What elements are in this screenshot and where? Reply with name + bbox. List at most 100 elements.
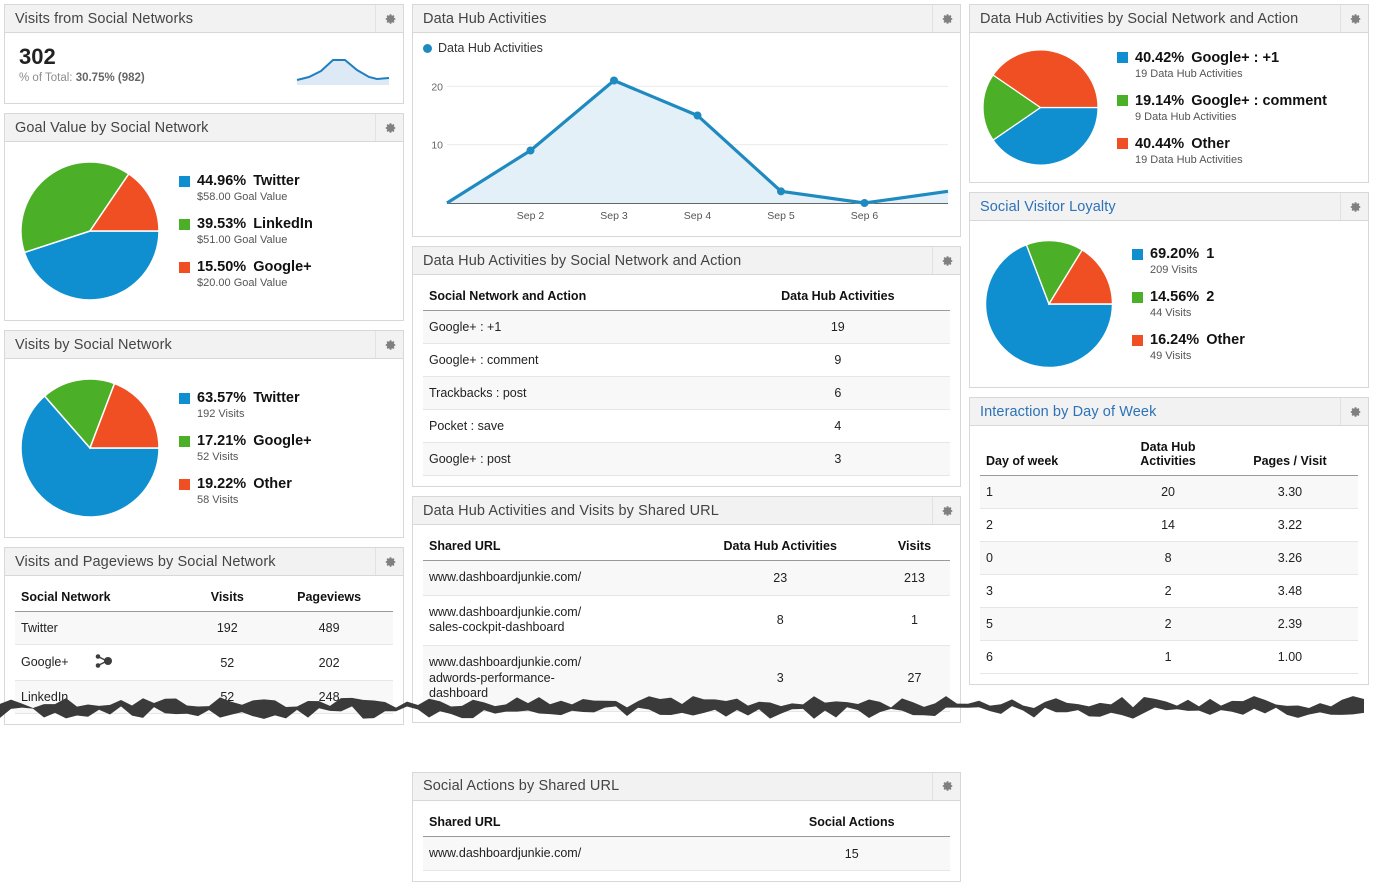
column-header-actions[interactable]: Social Actions bbox=[753, 808, 950, 837]
column-header-url[interactable]: Shared URL bbox=[423, 533, 682, 561]
legend-main: 69.20% 1 bbox=[1132, 246, 1358, 262]
table-cell-activities: 2 bbox=[1114, 607, 1222, 641]
interaction-day-body: 1 20 3.30 2 14 3.22 0 8 3.26 3 2 3.48 5 2 2.39 6 1 1.00 bbox=[980, 475, 1358, 674]
gear-icon[interactable] bbox=[375, 5, 403, 32]
panel-header: Visits by Social Network bbox=[5, 331, 403, 359]
column-header-network[interactable]: Social Network bbox=[15, 584, 190, 612]
legend-swatch-icon bbox=[179, 478, 190, 490]
table-cell-day: 2 bbox=[980, 508, 1115, 542]
panel-header: Social Actions by Shared URL bbox=[413, 772, 960, 801]
table-row[interactable]: Google+ : +1 19 bbox=[423, 310, 950, 344]
table-row[interactable]: 5 2 2.39 bbox=[980, 607, 1358, 641]
legend-item[interactable]: 40.42% Google+ : +1 19 Data Hub Activities bbox=[1117, 50, 1360, 80]
gear-icon[interactable] bbox=[375, 114, 403, 141]
table-cell-day: 1 bbox=[980, 475, 1115, 509]
table-cell-pages: 2.39 bbox=[1221, 607, 1358, 641]
column-header-activities[interactable]: Data Hub Activities bbox=[1114, 434, 1222, 476]
column-header-action[interactable]: Social Network and Action bbox=[423, 283, 726, 311]
table-cell-day: 0 bbox=[980, 541, 1115, 575]
table-row[interactable]: www.dashboardjunkie.com/15 bbox=[423, 836, 950, 872]
legend-item[interactable]: 16.24% Other 49 Visits bbox=[1132, 332, 1358, 362]
table-row[interactable]: 0 8 3.26 bbox=[980, 541, 1358, 575]
gear-icon[interactable] bbox=[932, 772, 960, 800]
gear-icon[interactable] bbox=[932, 497, 960, 524]
table-row[interactable]: Pocket : save 4 bbox=[423, 409, 950, 443]
table-row[interactable]: 3 2 3.48 bbox=[980, 574, 1358, 608]
legend-percent: 40.42% bbox=[1135, 49, 1185, 66]
panel-title: Social Actions by Shared URL bbox=[423, 778, 620, 795]
gear-icon[interactable] bbox=[375, 548, 403, 575]
panel-title[interactable]: Social Visitor Loyalty bbox=[970, 199, 1116, 215]
legend-label: Other bbox=[1191, 135, 1230, 152]
column-header-visits[interactable]: Visits bbox=[878, 533, 950, 561]
table-cell-visits: 52 bbox=[189, 644, 266, 681]
legend-swatch-icon bbox=[1117, 52, 1128, 63]
legend-subtext: $20.00 Goal Value bbox=[197, 277, 288, 289]
gear-icon[interactable] bbox=[1340, 193, 1368, 220]
legend-item[interactable]: 63.57% Twitter 192 Visits bbox=[179, 390, 393, 420]
table-row[interactable]: www.dashboardjunkie.com/23 213 bbox=[423, 560, 950, 596]
column-header-day[interactable]: Day of week bbox=[980, 434, 1115, 476]
legend-subtext: 58 Visits bbox=[197, 494, 239, 506]
legend-swatch-icon bbox=[1117, 138, 1128, 149]
table-row[interactable]: www.dashboardjunkie.com/ adwords-perform… bbox=[423, 645, 950, 712]
gear-icon[interactable] bbox=[932, 247, 960, 274]
gear-icon[interactable] bbox=[1340, 398, 1368, 425]
legend-main: 40.42% Google+ : +1 bbox=[1117, 50, 1360, 66]
gear-icon[interactable] bbox=[375, 331, 403, 358]
panel-title[interactable]: Interaction by Day of Week bbox=[970, 404, 1156, 420]
table-cell-network: LinkedIn bbox=[15, 680, 190, 714]
panel-header: Visits and Pageviews by Social Network bbox=[5, 548, 403, 576]
table-row[interactable]: Trackbacks : post 6 bbox=[423, 376, 950, 410]
table-row[interactable]: Google+ : post 3 bbox=[423, 442, 950, 476]
dha-visits-url-body: www.dashboardjunkie.com/23 213 www.dashboa… bbox=[423, 560, 950, 712]
legend-item[interactable]: 40.44% Other 19 Data Hub Activities bbox=[1117, 136, 1360, 166]
column-header-pages[interactable]: Pages / Visit bbox=[1221, 434, 1358, 476]
gear-icon[interactable] bbox=[1340, 5, 1368, 32]
legend-item[interactable]: 44.96% Twitter $58.00 Goal Value bbox=[179, 173, 393, 203]
legend-swatch-icon bbox=[1132, 248, 1143, 260]
panel-body: 63.57% Twitter 192 Visits 17.21% Google+ 52 V… bbox=[5, 359, 403, 537]
table-cell-visits: 52 bbox=[189, 680, 266, 714]
legend-item[interactable]: 17.21% Google+ 52 Visits bbox=[179, 433, 393, 463]
table-cell-action: Pocket : save bbox=[423, 409, 726, 443]
table-row[interactable]: 6 1 1.00 bbox=[980, 640, 1358, 674]
table-row[interactable]: 2 14 3.22 bbox=[980, 508, 1358, 542]
legend-main: 19.22% Other bbox=[179, 476, 393, 492]
legend-item[interactable]: 39.53% LinkedIn $51.00 Goal Value bbox=[179, 216, 393, 246]
table-row[interactable]: LinkedIn 52 248 bbox=[15, 680, 393, 714]
table-row[interactable]: Twitter 192 489 bbox=[15, 611, 393, 645]
legend-item[interactable]: 69.20% 1 209 Visits bbox=[1132, 246, 1358, 276]
column-header-pageviews[interactable]: Pageviews bbox=[265, 584, 393, 612]
svg-text:Sep 6: Sep 6 bbox=[851, 210, 879, 222]
gear-icon[interactable] bbox=[932, 5, 960, 32]
table-cell-visits: 27 bbox=[878, 645, 950, 712]
legend-label: Other bbox=[1206, 332, 1245, 348]
metric-row: 302 % of Total: 30.75% (982) bbox=[15, 41, 393, 93]
legend-percent: 63.57% bbox=[197, 390, 247, 406]
column-header-activities[interactable]: Data Hub Activities bbox=[725, 283, 950, 311]
table-cell-url: www.dashboardjunkie.com/ adwords-perform… bbox=[423, 645, 682, 712]
column-header-activities[interactable]: Data Hub Activities bbox=[681, 533, 879, 561]
legend-item[interactable]: 19.22% Other 58 Visits bbox=[179, 476, 393, 506]
legend-label: 2 bbox=[1206, 289, 1215, 305]
table-cell-pageviews: 202 bbox=[265, 644, 393, 681]
panel-goal-value-by-social-network: Goal Value by Social Network 44.96% Twitt… bbox=[4, 113, 404, 321]
metric-subtext: % of Total: 30.75% (982) bbox=[19, 72, 145, 84]
table-row[interactable]: Google+ : comment 9 bbox=[423, 343, 950, 377]
table-row[interactable]: Google+ 52 202 bbox=[15, 644, 393, 681]
legend-main: 19.14% Google+ : comment bbox=[1117, 93, 1360, 109]
legend-item[interactable]: 19.14% Google+ : comment 9 Data Hub Activi… bbox=[1117, 93, 1360, 123]
legend-label: Google+ : comment bbox=[1191, 92, 1327, 109]
column-header-url[interactable]: Shared URL bbox=[423, 808, 754, 837]
legend-swatch-icon bbox=[179, 218, 190, 230]
legend-swatch-icon bbox=[1132, 334, 1143, 346]
legend-item[interactable]: 14.56% 2 44 Visits bbox=[1132, 289, 1358, 319]
table-cell-action: Trackbacks : post bbox=[423, 376, 726, 410]
table-row[interactable]: www.dashboardjunkie.com/ sales-cockpit-d… bbox=[423, 595, 950, 646]
legend-swatch-icon bbox=[179, 261, 190, 273]
panel-visits-and-pageviews: Visits and Pageviews by Social Network S… bbox=[4, 547, 404, 725]
legend-item[interactable]: 15.50% Google+ $20.00 Goal Value bbox=[179, 259, 393, 289]
column-header-visits[interactable]: Visits bbox=[189, 584, 266, 612]
table-row[interactable]: 1 20 3.30 bbox=[980, 475, 1358, 509]
